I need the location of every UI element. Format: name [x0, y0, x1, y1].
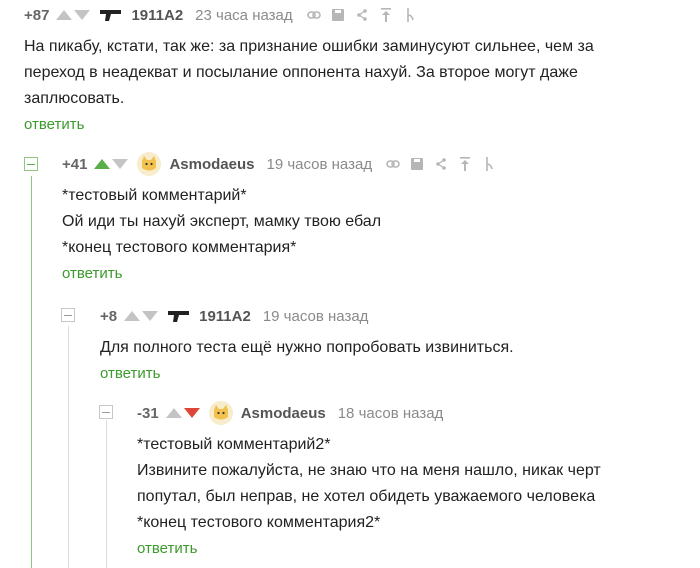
comment-text-line: Для полного теста ещё нужно попробовать … — [100, 339, 514, 356]
downvote-icon — [112, 159, 129, 169]
downvote-button[interactable] — [141, 309, 159, 323]
save-icon[interactable] — [410, 157, 424, 171]
comment-2: +41 Asmodaeus 19 часов назад *тестовый к… — [62, 152, 700, 283]
upvote-button[interactable] — [165, 406, 183, 420]
reply-link[interactable]: ответить — [100, 365, 160, 382]
downvote-button[interactable] — [183, 406, 201, 420]
share-icon[interactable] — [355, 8, 369, 22]
thread-line-level-3[interactable] — [106, 420, 107, 568]
comment-text-line: заплюсовать. — [24, 90, 125, 107]
go-to-parent-icon[interactable] — [379, 8, 393, 22]
comment-text-line: На пикабу, кстати, так же: за признание … — [24, 38, 594, 55]
comment-text-line: переход в неадекват и посылание оппонент… — [24, 64, 578, 81]
comment-text: *тестовый комментарий* Ой иди ты нахуй э… — [62, 183, 700, 261]
comment-rating: +41 — [62, 155, 88, 173]
thread-line-level-1[interactable] — [31, 176, 32, 568]
pistol-icon[interactable] — [99, 8, 123, 22]
comment-text-line: *конец тестового комментария* — [62, 239, 297, 256]
link-icon[interactable] — [306, 8, 321, 22]
downvote-button[interactable] — [73, 8, 91, 22]
comment-text-line: *тестовый комментарий2* — [137, 436, 331, 453]
comment-1: +87 1911A2 23 часа назад На пикабу, кста… — [24, 4, 700, 134]
comment-header: +41 Asmodaeus 19 часов назад — [62, 152, 700, 176]
downvote-icon — [142, 311, 159, 321]
upvote-icon — [56, 10, 73, 20]
link-icon[interactable] — [386, 157, 400, 171]
comment-tools — [386, 157, 496, 171]
comment-header: -31 Asmodaeus 18 часов назад — [137, 401, 700, 425]
reply-link[interactable]: ответить — [62, 265, 122, 282]
thread-branch-icon[interactable] — [482, 157, 496, 171]
upvote-icon — [94, 159, 111, 169]
upvote-button[interactable] — [123, 309, 141, 323]
comment-tools — [306, 8, 417, 22]
go-to-parent-icon[interactable] — [458, 157, 472, 171]
comment-time[interactable]: 18 часов назад — [338, 405, 444, 422]
comment-text: *тестовый комментарий2* Извините пожалуй… — [137, 432, 700, 536]
cat-avatar-icon[interactable] — [208, 401, 233, 425]
downvote-icon — [183, 408, 200, 418]
comment-text: На пикабу, кстати, так же: за признание … — [24, 34, 684, 112]
comment-text-line: Ой иди ты нахуй эксперт, мамку твою ебал — [62, 213, 382, 230]
comment-author[interactable]: Asmodaeus — [169, 156, 254, 173]
comment-3: +8 1911A2 19 часов назад Для полного тес… — [100, 305, 700, 383]
comment-time[interactable]: 19 часов назад — [263, 308, 369, 325]
upvote-icon — [124, 311, 141, 321]
pistol-icon[interactable] — [167, 309, 191, 323]
comment-4: -31 Asmodaeus 18 часов назад *тестовый к… — [137, 401, 700, 558]
comment-text-line: Извините пожалуйста, не знаю что на меня… — [137, 462, 601, 479]
comment-header: +87 1911A2 23 часа назад — [24, 4, 700, 26]
upvote-icon — [165, 408, 182, 418]
comment-author[interactable]: 1911A2 — [131, 7, 183, 24]
thread-line-level-2[interactable] — [68, 326, 69, 568]
comment-author[interactable]: 1911A2 — [199, 308, 251, 325]
comment-text-line: попутал, был неправ, не хотел обидеть ув… — [137, 488, 596, 505]
comment-text-line: *тестовый комментарий* — [62, 187, 247, 204]
comment-rating: +8 — [100, 307, 118, 325]
reply-link[interactable]: ответить — [137, 540, 197, 557]
share-icon[interactable] — [434, 157, 448, 171]
comment-author[interactable]: Asmodaeus — [241, 405, 326, 422]
collapse-toggle-button[interactable] — [99, 405, 113, 419]
comment-time[interactable]: 23 часа назад — [195, 7, 292, 24]
collapse-toggle-button[interactable] — [24, 157, 38, 171]
reply-link[interactable]: ответить — [24, 116, 84, 133]
downvote-button[interactable] — [111, 157, 129, 171]
thread-branch-icon[interactable] — [403, 8, 417, 22]
save-icon[interactable] — [331, 8, 345, 22]
comment-header: +8 1911A2 19 часов назад — [100, 305, 700, 327]
upvote-button[interactable] — [55, 8, 73, 22]
comment-time[interactable]: 19 часов назад — [266, 156, 372, 173]
comment-text: Для полного теста ещё нужно попробовать … — [100, 335, 700, 361]
upvote-button[interactable] — [93, 157, 111, 171]
collapse-toggle-button[interactable] — [61, 308, 75, 322]
cat-avatar-icon[interactable] — [137, 152, 162, 176]
comment-rating: -31 — [137, 404, 159, 422]
comment-rating: +87 — [24, 6, 50, 24]
comment-text-line: *конец тестового комментария2* — [137, 514, 381, 531]
downvote-icon — [74, 10, 91, 20]
